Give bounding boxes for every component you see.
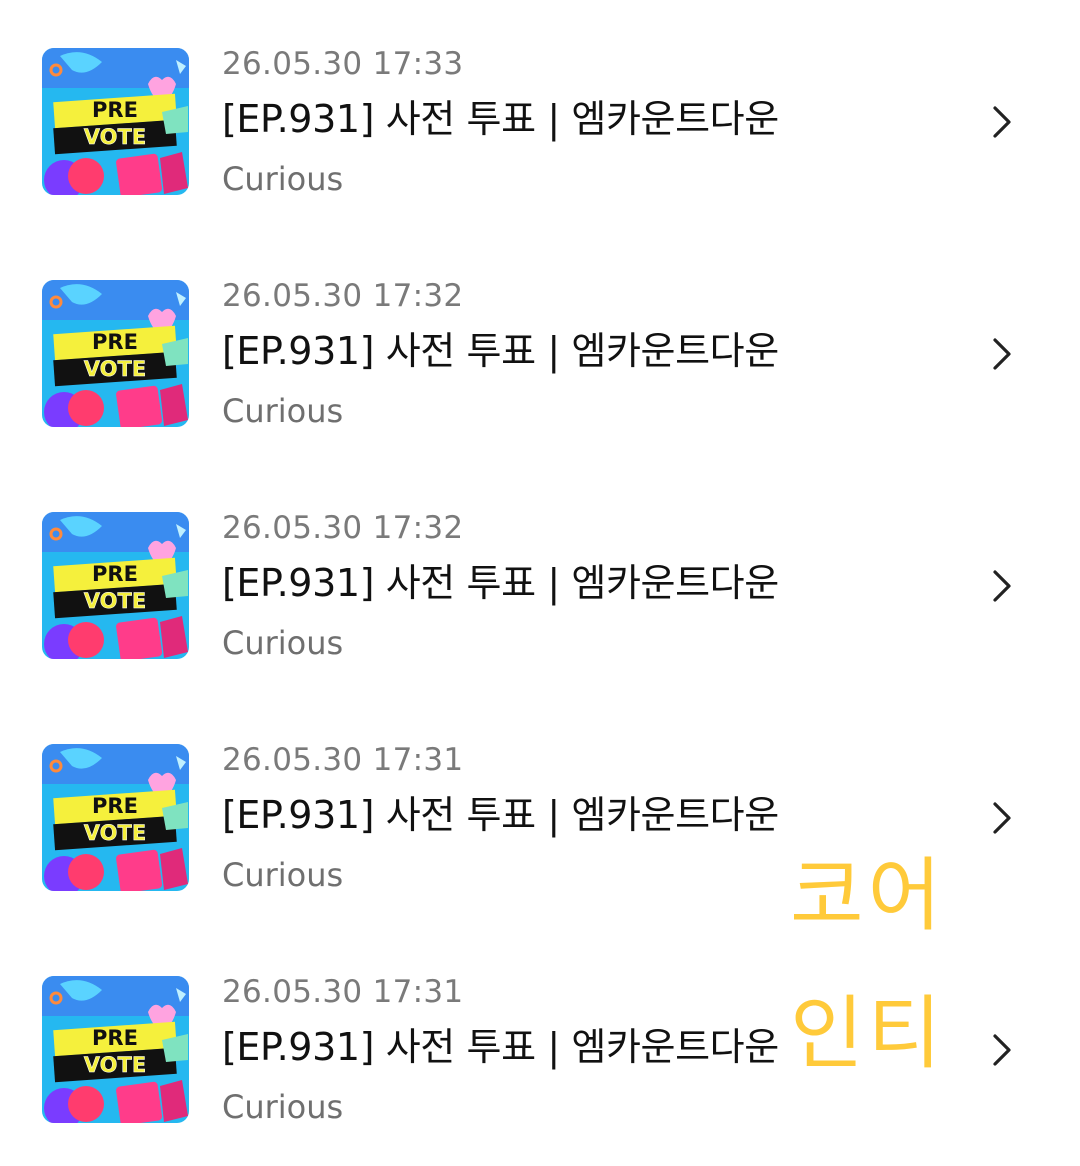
artist-name: Curious <box>222 160 344 198</box>
artist-name: Curious <box>222 1088 344 1126</box>
thumb-line1: PRE <box>92 794 138 818</box>
episode-title: [EP.931] 사전 투표 | 엠카운트다운 <box>222 561 779 605</box>
episode-title: [EP.931] 사전 투표 | 엠카운트다운 <box>222 1025 779 1069</box>
chevron-right-icon[interactable] <box>986 102 1016 142</box>
watermark-text: 인티 <box>790 987 946 1080</box>
pre-vote-thumbnail: PRE VOTE <box>42 744 189 891</box>
timestamp: 26.05.30 17:31 <box>222 742 464 778</box>
episode-title: [EP.931] 사전 투표 | 엠카운트다운 <box>222 329 779 373</box>
thumb-line1: PRE <box>92 562 138 586</box>
thumb-line2: VOTE <box>84 125 146 149</box>
pre-vote-thumbnail: PRE VOTE <box>42 976 189 1123</box>
chevron-right-icon[interactable] <box>986 334 1016 374</box>
timestamp: 26.05.30 17:31 <box>222 974 464 1010</box>
thumb-line2: VOTE <box>84 589 146 613</box>
list-item[interactable]: PRE VOTE 26.05.30 17:33 [EP.931] 사전 투표 |… <box>0 0 1080 200</box>
pre-vote-thumbnail: PRE VOTE <box>42 512 189 659</box>
pre-vote-thumbnail: PRE VOTE <box>42 280 189 427</box>
timestamp: 26.05.30 17:32 <box>222 278 464 314</box>
pre-vote-thumbnail: PRE VOTE <box>42 48 189 195</box>
list-item[interactable]: PRE VOTE 26.05.30 17:32 [EP.931] 사전 투표 |… <box>0 232 1080 432</box>
thumb-line1: PRE <box>92 98 138 122</box>
chevron-right-icon[interactable] <box>986 566 1016 606</box>
watermark-text: 코어 <box>790 849 946 942</box>
thumb-line2: VOTE <box>84 1053 146 1077</box>
artist-name: Curious <box>222 856 344 894</box>
episode-title: [EP.931] 사전 투표 | 엠카운트다운 <box>222 793 779 837</box>
list-item[interactable]: PRE VOTE 26.05.30 17:32 [EP.931] 사전 투표 |… <box>0 464 1080 664</box>
timestamp: 26.05.30 17:33 <box>222 46 464 82</box>
thumb-line1: PRE <box>92 1026 138 1050</box>
thumb-line2: VOTE <box>84 821 146 845</box>
thumb-line2: VOTE <box>84 357 146 381</box>
timestamp: 26.05.30 17:32 <box>222 510 464 546</box>
thumb-line1: PRE <box>92 330 138 354</box>
episode-title: [EP.931] 사전 투표 | 엠카운트다운 <box>222 97 779 141</box>
artist-name: Curious <box>222 624 344 662</box>
chevron-right-icon[interactable] <box>986 1030 1016 1070</box>
artist-name: Curious <box>222 392 344 430</box>
chevron-right-icon[interactable] <box>986 798 1016 838</box>
